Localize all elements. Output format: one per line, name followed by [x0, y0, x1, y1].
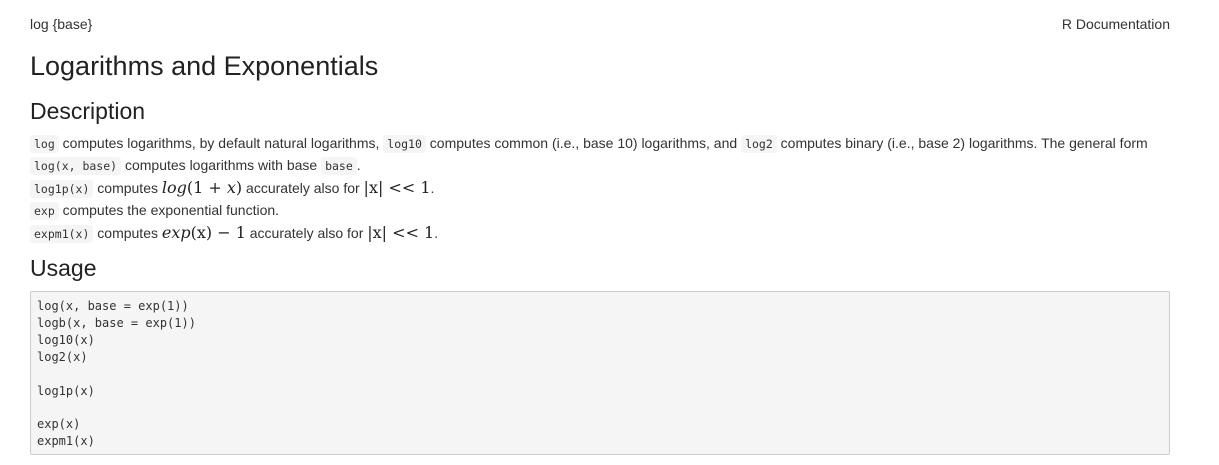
usage-line: [37, 399, 1163, 416]
code-base: base: [321, 157, 357, 175]
math-abs: |x| << 1: [363, 178, 431, 197]
math-part: (1 +: [186, 178, 227, 197]
doc-header: log {base} R Documentation: [30, 0, 1170, 48]
description-text-segment: .: [430, 180, 435, 196]
usage-line: log(x, base = exp(1)): [37, 299, 189, 313]
description-text: log computes logarithms, by default natu…: [30, 133, 1170, 245]
description-line-1: log computes logarithms, by default natu…: [30, 133, 1170, 155]
code-log1p: log1p(x): [30, 180, 94, 198]
math-var: x: [226, 178, 236, 197]
usage-line: log1p(x): [37, 383, 95, 398]
description-line-3: log1p(x) computes log(1 + x) accurately …: [30, 177, 1170, 200]
usage-line: expm1(x): [37, 434, 95, 449]
description-text-segment: .: [356, 157, 361, 173]
description-text-segment: accurately also for: [242, 180, 364, 196]
r-documentation-label: R Documentation: [1061, 16, 1170, 32]
description-line-2: log(x, base) computes logarithms with ba…: [30, 155, 1170, 177]
code-log: log: [30, 135, 59, 153]
math-part: (x) − 1: [190, 223, 246, 242]
usage-line: log10(x): [37, 332, 95, 347]
math-fn: exp: [161, 223, 191, 242]
description-text-segment: .: [434, 225, 439, 241]
code-log10: log10: [383, 135, 426, 153]
description-text-segment: computes binary (i.e., base 2) logarithm…: [776, 135, 1148, 151]
code-exp: exp: [30, 202, 59, 220]
code-log-x-base: log(x, base): [30, 157, 122, 175]
usage-code-block: log(x, base = exp(1)) logb(x, base = exp(…: [30, 291, 1170, 455]
usage-line: [37, 366, 1163, 383]
math-expression: log(1 + x): [162, 178, 242, 197]
usage-line: logb(x, base = exp(1)): [37, 315, 196, 330]
description-text-segment: accurately also for: [245, 225, 368, 241]
math-abs: |x| << 1: [367, 223, 435, 242]
code-expm1: expm1(x): [30, 225, 94, 243]
description-line-4: exp computes the exponential function.: [30, 200, 1170, 222]
code-log2: log2: [741, 135, 777, 153]
usage-heading: Usage: [30, 255, 97, 281]
description-line-5: expm1(x) computes exp(x) − 1 accurately …: [30, 222, 1170, 245]
usage-line: exp(x): [37, 417, 81, 432]
usage-line: log2(x): [37, 349, 88, 364]
description-text-segment: computes the exponential function.: [58, 202, 280, 218]
description-text-segment: computes common (i.e., base 10) logarith…: [425, 135, 742, 151]
documentation-page: log {base} R Documentation Logarithms an…: [30, 0, 1170, 455]
description-text-segment: computes logarithms, by default natural …: [58, 135, 384, 151]
page-title: Logarithms and Exponentials: [30, 51, 379, 81]
description-heading: Description: [30, 98, 146, 124]
description-text-segment: computes: [93, 180, 162, 196]
math-fn: log: [161, 178, 187, 197]
description-text-segment: computes logarithms with base: [121, 157, 322, 173]
topic-name: log {base}: [30, 16, 93, 32]
description-text-segment: computes: [93, 225, 162, 241]
math-expression: exp(x) − 1: [162, 223, 246, 242]
